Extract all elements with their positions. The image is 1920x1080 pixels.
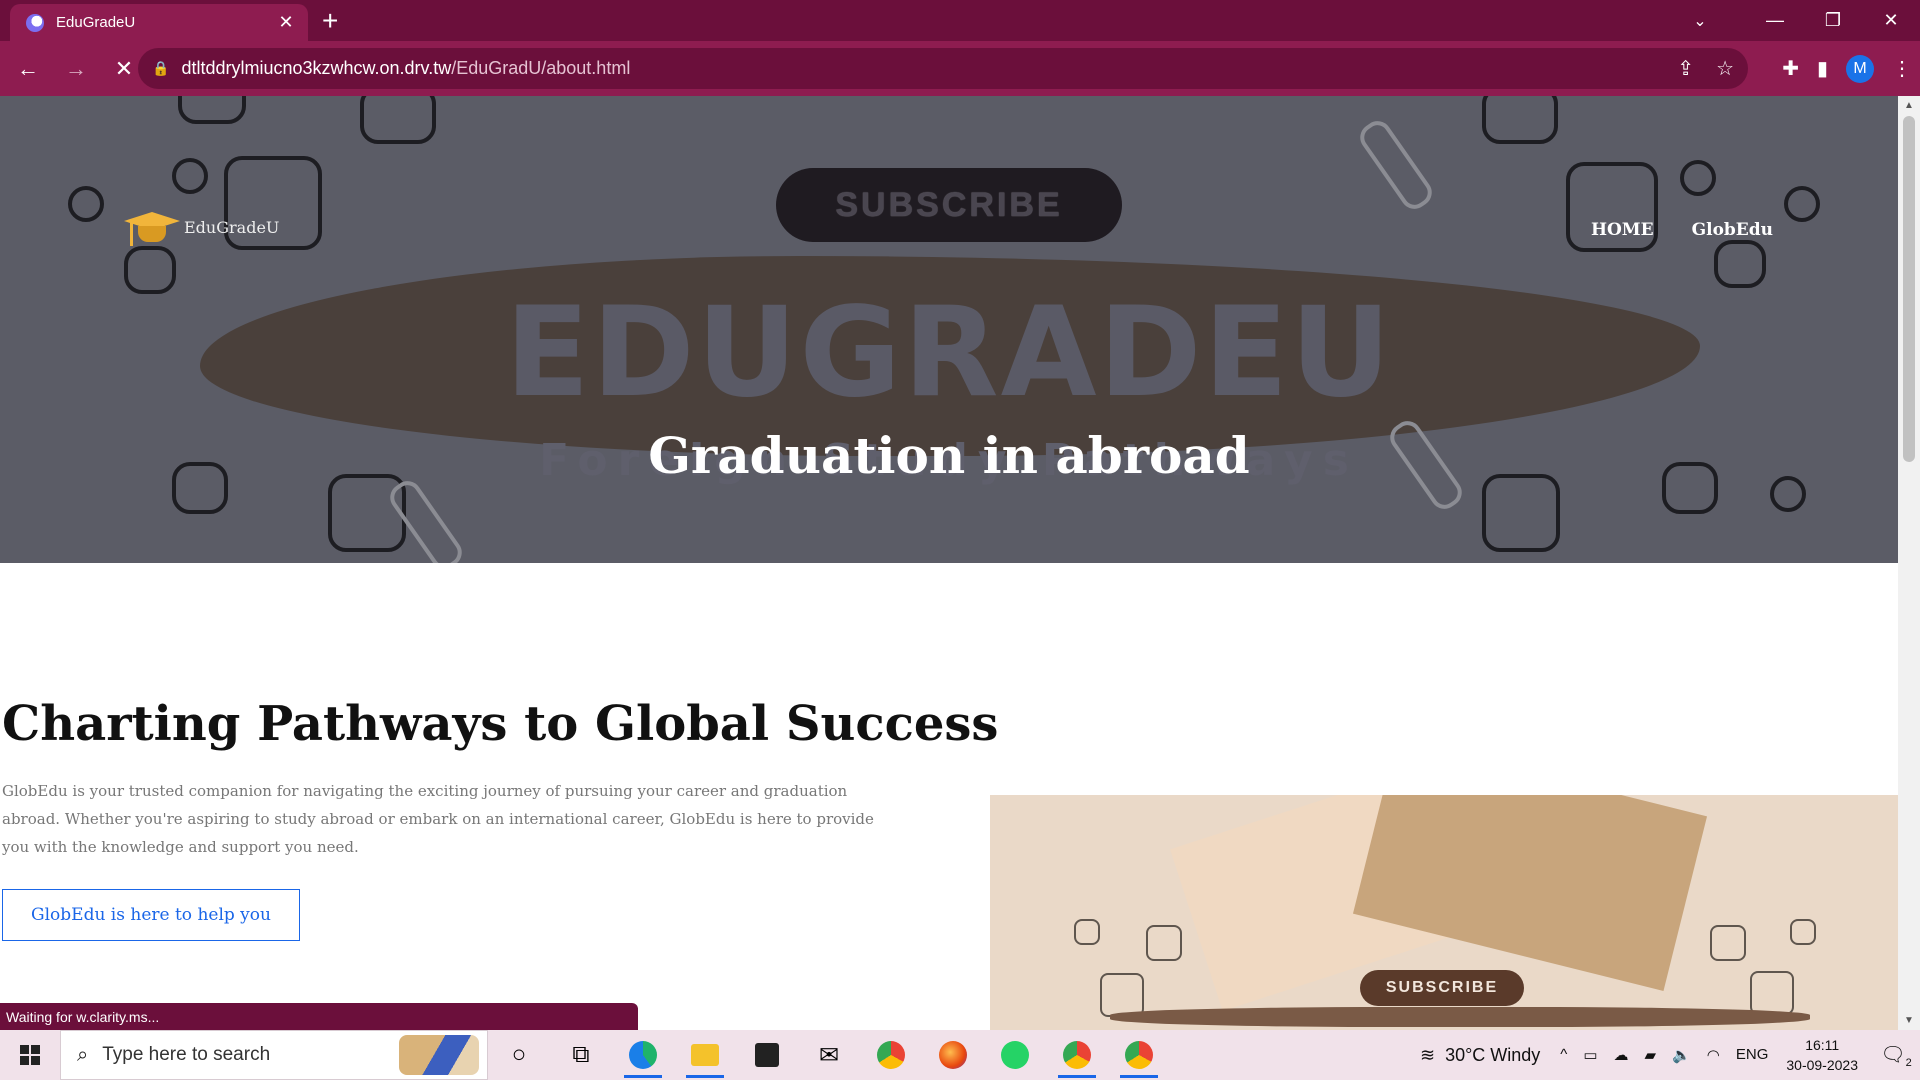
decor-square — [360, 96, 436, 144]
firefox-icon[interactable] — [922, 1030, 984, 1080]
weather-widget[interactable]: ≋ 30°C Windy — [1420, 1045, 1540, 1066]
window-controls: — ❐ ✕ — [1746, 0, 1920, 41]
whatsapp-icon[interactable] — [984, 1030, 1046, 1080]
cortana-icon[interactable]: ○ — [488, 1030, 550, 1080]
main-nav: HOME GlobEdu — [1591, 220, 1773, 240]
hero-banner: SUBSCRIBE EDUGRADEU Foreign Study Pathwa… — [0, 96, 1898, 563]
globedu-help-button[interactable]: GlobEdu is here to help you — [2, 889, 300, 941]
url-path: /EduGradU/about.html — [451, 58, 631, 78]
nav-link-globedu[interactable]: GlobEdu — [1692, 220, 1773, 240]
decor-square — [1100, 973, 1144, 1017]
scroll-up-arrow-icon[interactable]: ▲ — [1898, 100, 1920, 111]
decor-square — [1790, 919, 1816, 945]
hero-brand-word: EDUGRADEU — [505, 281, 1393, 425]
decor-square — [172, 158, 208, 194]
windows-logo-icon — [20, 1045, 40, 1065]
tab-strip: EduGradeU ✕ + ⌄ — ❐ ✕ — [0, 0, 1920, 41]
show-hidden-icons-chevron-icon[interactable]: ^ — [1560, 1046, 1567, 1064]
chrome-profile-m-icon[interactable] — [1046, 1030, 1108, 1080]
chrome-icon[interactable] — [860, 1030, 922, 1080]
browser-toolbar: ← → ✕ 🔒 dtltddrylmiucno3kzwhcw.on.drv.tw… — [0, 41, 1920, 96]
system-tray: ≋ 30°C Windy ^ ▭ ☁ ▰ 🔈 ◠ ENG 16:11 30-09… — [1420, 1030, 1920, 1080]
chrome-profile-alt-icon[interactable] — [1108, 1030, 1170, 1080]
scrollbar-thumb[interactable] — [1903, 116, 1915, 462]
extensions-puzzle-icon[interactable]: ✚ — [1782, 56, 1799, 81]
browser-menu-icon[interactable]: ⋮ — [1892, 56, 1912, 81]
notification-count: 2 — [1905, 1056, 1912, 1069]
new-tab-button[interactable]: + — [322, 6, 338, 36]
decor-square — [1146, 925, 1182, 961]
close-window-icon[interactable]: ✕ — [1862, 0, 1920, 41]
taskbar-search[interactable]: ⌕ Type here to search — [60, 1030, 488, 1080]
bookmark-star-icon[interactable]: ☆ — [1716, 56, 1734, 81]
decor-square — [1482, 96, 1558, 144]
url-host: dtltddrylmiucno3kzwhcw.on.drv.tw — [181, 58, 452, 78]
restore-icon[interactable]: ❐ — [1804, 0, 1862, 41]
language-indicator[interactable]: ENG — [1736, 1046, 1769, 1064]
paperclip-decoration — [1354, 115, 1438, 215]
start-button[interactable] — [0, 1030, 60, 1080]
decor-square — [1680, 160, 1716, 196]
tab-title: EduGradeU — [56, 14, 136, 31]
site-favicon-icon — [26, 13, 44, 32]
notebook-decoration — [1352, 795, 1708, 992]
minimize-icon[interactable]: — — [1746, 0, 1804, 41]
about-heading: Charting Pathways to Global Success — [2, 696, 999, 752]
taskbar: ⌕ Type here to search ○ ⧉ ✉ ≋ 30°C Windy… — [0, 1030, 1920, 1080]
page-viewport: SUBSCRIBE EDUGRADEU Foreign Study Pathwa… — [0, 96, 1898, 1030]
hero-tagline: Graduation in abroad — [648, 426, 1250, 485]
forward-arrow-icon[interactable]: → — [56, 49, 96, 89]
scroll-down-arrow-icon[interactable]: ▼ — [1898, 1015, 1920, 1026]
decor-square — [1750, 971, 1794, 1015]
image-subscribe-badge: SUBSCRIBE — [1360, 970, 1524, 1006]
address-bar[interactable]: 🔒 dtltddrylmiucno3kzwhcw.on.drv.tw/EduGr… — [138, 48, 1748, 89]
search-icon: ⌕ — [77, 1043, 89, 1066]
share-icon[interactable]: ⇪ — [1677, 56, 1694, 81]
wifi-icon[interactable]: ◠ — [1707, 1046, 1720, 1064]
volume-icon[interactable]: 🔈 — [1672, 1046, 1691, 1064]
taskbar-clock[interactable]: 16:11 30-09-2023 — [1786, 1035, 1858, 1075]
file-explorer-icon[interactable] — [674, 1030, 736, 1080]
battery-icon[interactable]: ▰ — [1645, 1046, 1657, 1064]
brush-stroke-decoration — [1110, 1007, 1810, 1027]
page-scrollbar[interactable]: ▲ ▼ — [1898, 96, 1920, 1030]
lock-icon[interactable]: 🔒 — [152, 60, 169, 77]
decor-square — [1074, 919, 1100, 945]
onedrive-cloud-icon[interactable]: ☁ — [1614, 1046, 1629, 1064]
status-bar-text: Waiting for w.clarity.ms... — [0, 1003, 638, 1030]
search-highlight-image — [399, 1035, 479, 1075]
decor-square — [1710, 925, 1746, 961]
nav-link-home[interactable]: HOME — [1591, 220, 1654, 240]
mail-icon[interactable]: ✉ — [798, 1030, 860, 1080]
side-panel-icon[interactable]: ▮ — [1817, 56, 1828, 81]
graduation-cap-icon — [124, 208, 180, 246]
clock-date: 30-09-2023 — [1786, 1057, 1858, 1073]
about-paragraph: GlobEdu is your trusted companion for na… — [2, 782, 874, 856]
clock-time: 16:11 — [1805, 1037, 1840, 1053]
site-logo[interactable]: EduGradeU — [124, 208, 279, 246]
logo-text: EduGradeU — [184, 217, 280, 237]
browser-tab[interactable]: EduGradeU ✕ — [10, 4, 308, 41]
back-arrow-icon[interactable]: ← — [8, 49, 48, 89]
decor-square — [68, 186, 104, 222]
hero-subscribe-badge: SUBSCRIBE — [776, 168, 1122, 242]
weather-text: 30°C Windy — [1445, 1044, 1541, 1065]
tab-search-chevron-icon[interactable]: ⌄ — [1680, 0, 1720, 41]
profile-avatar[interactable]: M — [1846, 54, 1874, 83]
edge-browser-icon[interactable] — [612, 1030, 674, 1080]
about-image: SUBSCRIBE — [990, 795, 1898, 1030]
close-tab-icon[interactable]: ✕ — [274, 12, 298, 33]
microsoft-store-icon[interactable] — [736, 1030, 798, 1080]
windy-weather-icon: ≋ — [1419, 1044, 1436, 1065]
decor-square — [1784, 186, 1820, 222]
meet-now-icon[interactable]: ▭ — [1583, 1046, 1597, 1064]
decor-square — [178, 96, 246, 124]
task-view-icon[interactable]: ⧉ — [550, 1030, 612, 1080]
notifications-icon[interactable]: 🗨2 — [1876, 1042, 1916, 1069]
search-placeholder: Type here to search — [102, 1044, 271, 1065]
